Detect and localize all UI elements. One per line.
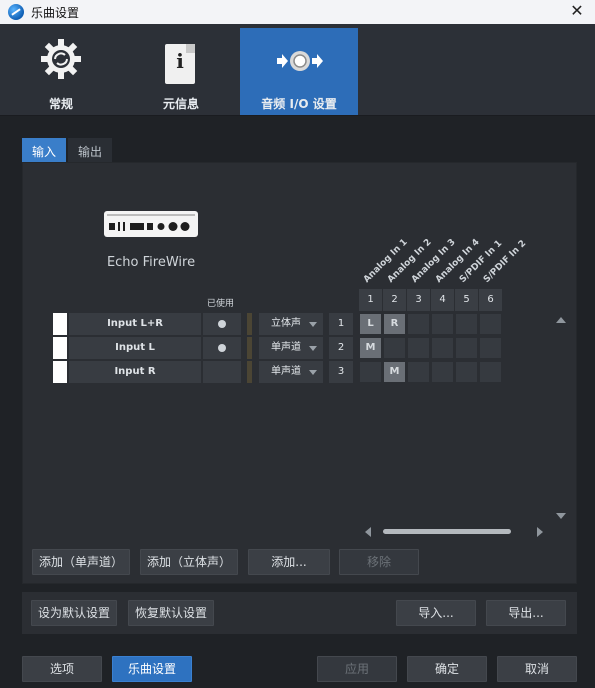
route-cell[interactable] [431, 337, 454, 359]
song-setup-button[interactable]: 乐曲设置 [112, 656, 192, 682]
channel-name[interactable]: Input R [69, 361, 201, 383]
column-number: 5 [455, 289, 478, 311]
chevron-down-icon [309, 322, 317, 327]
column-number: 6 [479, 289, 502, 311]
export-button[interactable]: 导出... [486, 600, 566, 626]
input-config-panel: Echo FireWire 已使用 Analog In 1 Analog In … [22, 162, 577, 584]
preset-bar: 设为默认设置 恢复默认设置 导入... 导出... [22, 592, 577, 634]
category-audio-io-label: 音频 I/O 设置 [261, 97, 337, 111]
audio-interface-icon [104, 211, 198, 237]
channel-index: 1 [329, 313, 353, 335]
used-dot [218, 344, 226, 352]
channel-type-select[interactable]: 单声道 [259, 361, 323, 383]
info-document-icon: i [165, 44, 195, 84]
used-indicator [203, 337, 241, 359]
remove-button[interactable]: 移除 [339, 549, 419, 575]
route-cell[interactable] [431, 313, 454, 335]
route-cell[interactable]: L [359, 313, 382, 335]
category-bar: 常规 i 元信息 音频 I/O 设置 [0, 24, 595, 116]
route-cell[interactable] [479, 361, 502, 383]
tab-input[interactable]: 输入 [22, 138, 66, 162]
route-cell[interactable] [407, 361, 430, 383]
used-dot [218, 320, 226, 328]
add-stereo-button[interactable]: 添加（立体声） [140, 549, 238, 575]
gear-icon [41, 39, 81, 79]
used-indicator [203, 361, 241, 383]
input-row[interactable]: Input L 单声道 2 M [53, 337, 502, 359]
import-button[interactable]: 导入... [396, 600, 476, 626]
route-cell[interactable] [479, 313, 502, 335]
scroll-right-arrow-icon[interactable] [537, 527, 543, 537]
ok-button[interactable]: 确定 [407, 656, 487, 682]
audio-io-icon [277, 51, 323, 71]
route-cell[interactable] [455, 313, 478, 335]
route-cell[interactable] [407, 313, 430, 335]
close-icon[interactable]: ✕ [567, 1, 587, 21]
channel-index: 2 [329, 337, 353, 359]
route-cell[interactable]: M [383, 361, 406, 383]
device-name: Echo FireWire [106, 255, 196, 270]
chevron-down-icon [309, 346, 317, 351]
tab-output[interactable]: 输出 [68, 138, 112, 162]
route-cell[interactable] [455, 361, 478, 383]
window-title: 乐曲设置 [31, 6, 80, 20]
channel-color-swatch[interactable] [53, 361, 67, 383]
channel-color-swatch[interactable] [53, 313, 67, 335]
scroll-down-arrow-icon[interactable] [556, 513, 566, 519]
channel-type-value: 单声道 [271, 342, 301, 353]
input-row[interactable]: Input R 单声道 3 M [53, 361, 502, 383]
used-column-header: 已使用 [207, 299, 235, 309]
route-cell[interactable] [479, 337, 502, 359]
used-indicator [203, 313, 241, 335]
category-metainfo-label: 元信息 [162, 97, 199, 111]
route-cell[interactable]: R [383, 313, 406, 335]
restore-default-button[interactable]: 恢复默认设置 [128, 600, 214, 626]
channel-color-swatch[interactable] [53, 337, 67, 359]
scroll-left-arrow-icon[interactable] [365, 527, 371, 537]
channel-type-value: 立体声 [271, 318, 301, 329]
options-button[interactable]: 选项 [22, 656, 102, 682]
channel-type-select[interactable]: 单声道 [259, 337, 323, 359]
route-cell[interactable] [383, 337, 406, 359]
route-cell[interactable] [455, 337, 478, 359]
channel-divider [247, 337, 252, 359]
category-metainfo[interactable]: i 元信息 [122, 28, 240, 116]
channel-divider [247, 361, 252, 383]
chevron-down-icon [309, 370, 317, 375]
column-number: 2 [383, 289, 406, 311]
channel-name[interactable]: Input L [69, 337, 201, 359]
route-cell[interactable] [359, 361, 382, 383]
apply-button[interactable]: 应用 [317, 656, 397, 682]
app-logo-icon [8, 4, 24, 20]
route-cell[interactable] [431, 361, 454, 383]
column-number: 1 [359, 289, 382, 311]
channel-name[interactable]: Input L+R [69, 313, 201, 335]
column-number: 4 [431, 289, 454, 311]
category-general[interactable]: 常规 [2, 28, 120, 116]
cancel-button[interactable]: 取消 [497, 656, 577, 682]
route-cell[interactable]: M [359, 337, 382, 359]
column-number: 3 [407, 289, 430, 311]
channel-index: 3 [329, 361, 353, 383]
category-audio-io[interactable]: 音频 I/O 设置 [240, 28, 358, 116]
channel-type-select[interactable]: 立体声 [259, 313, 323, 335]
scroll-up-arrow-icon[interactable] [556, 317, 566, 323]
input-row[interactable]: Input L+R 立体声 1 L R [53, 313, 502, 335]
title-bar: 乐曲设置 ✕ [0, 0, 595, 24]
add-mono-button[interactable]: 添加（单声道） [32, 549, 130, 575]
route-cell[interactable] [407, 337, 430, 359]
add-button[interactable]: 添加... [248, 549, 330, 575]
category-general-label: 常规 [48, 97, 73, 111]
horizontal-scrollbar-thumb[interactable] [383, 529, 511, 534]
channel-type-value: 单声道 [271, 366, 301, 377]
channel-divider [247, 313, 252, 335]
set-default-button[interactable]: 设为默认设置 [31, 600, 117, 626]
